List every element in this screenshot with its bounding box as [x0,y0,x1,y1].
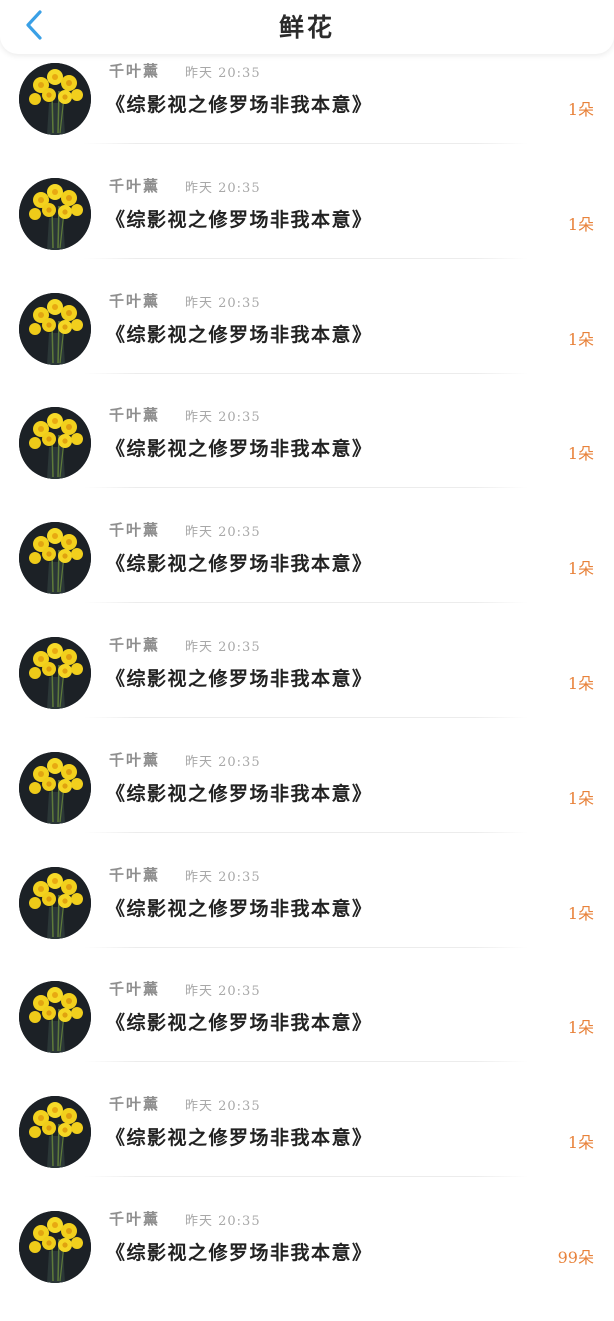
user-name: 千叶薰 [109,751,161,769]
top-bar: 鲜花 [0,0,614,54]
flower-count: 1朵 [567,674,594,693]
list-item[interactable]: 千叶薰 昨天 20:35 《综影视之修罗场非我本意》 1朵 [0,976,614,1091]
flower-count: 1朵 [567,789,594,808]
flower-count: 1朵 [567,559,594,578]
list-item[interactable]: 千叶薰 昨天 20:35 《综影视之修罗场非我本意》 1朵 [0,517,614,632]
flower-count: 1朵 [567,1018,594,1037]
divider [84,1176,528,1177]
timestamp: 昨天 20:35 [185,296,261,311]
divider [84,373,528,374]
list-item[interactable]: 千叶薰 昨天 20:35 《综影视之修罗场非我本意》 1朵 [0,288,614,403]
flower-count: 1朵 [567,100,594,119]
book-title: 《综影视之修罗场非我本意》 [106,553,373,575]
user-name: 千叶薰 [109,406,161,424]
avatar[interactable] [19,637,91,709]
user-name: 千叶薰 [109,1095,161,1113]
avatar[interactable] [19,522,91,594]
timestamp: 昨天 20:35 [185,755,261,770]
timestamp: 昨天 20:35 [185,181,261,196]
divider [84,832,528,833]
book-title: 《综影视之修罗场非我本意》 [106,324,373,346]
divider [84,143,528,144]
divider [84,602,528,603]
book-title: 《综影视之修罗场非我本意》 [106,94,373,116]
timestamp: 昨天 20:35 [185,870,261,885]
user-name: 千叶薰 [109,866,161,884]
timestamp: 昨天 20:35 [185,66,261,81]
list-item[interactable]: 千叶薰 昨天 20:35 《综影视之修罗场非我本意》 1朵 [0,402,614,517]
book-title: 《综影视之修罗场非我本意》 [106,1127,373,1149]
avatar[interactable] [19,981,91,1053]
list-item[interactable]: 千叶薰 昨天 20:35 《综影视之修罗场非我本意》 1朵 [0,862,614,977]
timestamp: 昨天 20:35 [185,984,261,999]
flower-count: 99朵 [557,1248,594,1267]
timestamp: 昨天 20:35 [185,1214,261,1229]
avatar[interactable] [19,1096,91,1168]
user-name: 千叶薰 [109,636,161,654]
flower-count: 1朵 [567,904,594,923]
flower-count: 1朵 [567,444,594,463]
avatar[interactable] [19,293,91,365]
book-title: 《综影视之修罗场非我本意》 [106,209,373,231]
timestamp: 昨天 20:35 [185,640,261,655]
user-name: 千叶薰 [109,177,161,195]
book-title: 《综影视之修罗场非我本意》 [106,783,373,805]
list-item[interactable]: 千叶薰 昨天 20:35 《综影视之修罗场非我本意》 1朵 [0,58,614,173]
book-title: 《综影视之修罗场非我本意》 [106,438,373,460]
user-name: 千叶薰 [109,1210,161,1228]
divider [84,947,528,948]
divider [84,487,528,488]
divider [84,1061,528,1062]
user-name: 千叶薰 [109,62,161,80]
list-item[interactable]: 千叶薰 昨天 20:35 《综影视之修罗场非我本意》 99朵 [0,1206,614,1321]
book-title: 《综影视之修罗场非我本意》 [106,1012,373,1034]
avatar[interactable] [19,407,91,479]
flower-count: 1朵 [567,330,594,349]
avatar[interactable] [19,867,91,939]
flower-count: 1朵 [567,1133,594,1152]
avatar[interactable] [19,178,91,250]
user-name: 千叶薰 [109,980,161,998]
user-name: 千叶薰 [109,521,161,539]
avatar[interactable] [19,1211,91,1283]
avatar[interactable] [19,63,91,135]
divider [84,258,528,259]
list-item[interactable]: 千叶薰 昨天 20:35 《综影视之修罗场非我本意》 1朵 [0,747,614,862]
avatar[interactable] [19,752,91,824]
user-name: 千叶薰 [109,292,161,310]
book-title: 《综影视之修罗场非我本意》 [106,1242,373,1264]
divider [84,717,528,718]
book-title: 《综影视之修罗场非我本意》 [106,898,373,920]
book-title: 《综影视之修罗场非我本意》 [106,668,373,690]
list-item[interactable]: 千叶薰 昨天 20:35 《综影视之修罗场非我本意》 1朵 [0,173,614,288]
list-item[interactable]: 千叶薰 昨天 20:35 《综影视之修罗场非我本意》 1朵 [0,1091,614,1206]
page-title: 鲜花 [278,13,335,42]
list-item[interactable]: 千叶薰 昨天 20:35 《综影视之修罗场非我本意》 1朵 [0,632,614,747]
timestamp: 昨天 20:35 [185,410,261,425]
timestamp: 昨天 20:35 [185,525,261,540]
flower-count: 1朵 [567,215,594,234]
timestamp: 昨天 20:35 [185,1099,261,1114]
